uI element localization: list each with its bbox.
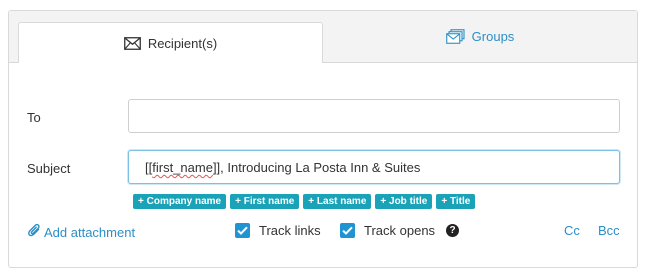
checkmark-icon xyxy=(235,223,250,238)
tab-recipients-label: Recipient(s) xyxy=(147,35,218,51)
paperclip-icon xyxy=(28,223,41,241)
subject-value: [[first_name]], Introducing La Posta Inn… xyxy=(145,160,420,175)
subject-label: Subject xyxy=(27,161,71,176)
compose-panel: Recipient(s) Groups To Subject [[first_n… xyxy=(8,10,638,268)
merge-token-list: + Company name + First name + Last name … xyxy=(133,194,476,209)
track-links-checkbox[interactable]: Track links xyxy=(235,223,321,238)
track-links-label: Track links xyxy=(259,223,321,238)
tab-groups-label: Groups xyxy=(471,29,515,44)
token-company-name[interactable]: + Company name xyxy=(133,194,227,209)
to-label: To xyxy=(27,110,41,125)
subject-value-misspelled: first_name xyxy=(152,160,213,175)
token-first-name[interactable]: + First name xyxy=(230,194,300,209)
tab-groups[interactable]: Groups xyxy=(323,11,637,62)
envelope-icon xyxy=(123,36,141,50)
checkmark-icon xyxy=(340,223,355,238)
compose-options: Add attachment Track links Track opens ?… xyxy=(9,220,637,242)
bcc-link[interactable]: Bcc xyxy=(598,223,620,238)
token-last-name[interactable]: + Last name xyxy=(303,194,372,209)
stacked-envelopes-icon xyxy=(445,29,465,44)
subject-field[interactable]: [[first_name]], Introducing La Posta Inn… xyxy=(128,150,620,184)
cc-link[interactable]: Cc xyxy=(564,223,580,238)
tab-bar: Recipient(s) Groups xyxy=(9,11,637,63)
track-opens-checkbox[interactable]: Track opens ? xyxy=(340,223,460,238)
add-attachment-link[interactable]: Add attachment xyxy=(28,223,135,241)
track-opens-label: Track opens xyxy=(364,223,436,238)
subject-value-suffix: ]], Introducing La Posta Inn & Suites xyxy=(212,160,421,175)
add-attachment-label: Add attachment xyxy=(44,224,136,240)
token-title[interactable]: + Title xyxy=(436,194,476,209)
to-field[interactable] xyxy=(128,99,620,133)
tab-recipients[interactable]: Recipient(s) xyxy=(18,22,323,63)
help-icon[interactable]: ? xyxy=(446,224,460,237)
token-job-title[interactable]: + Job title xyxy=(375,194,433,209)
